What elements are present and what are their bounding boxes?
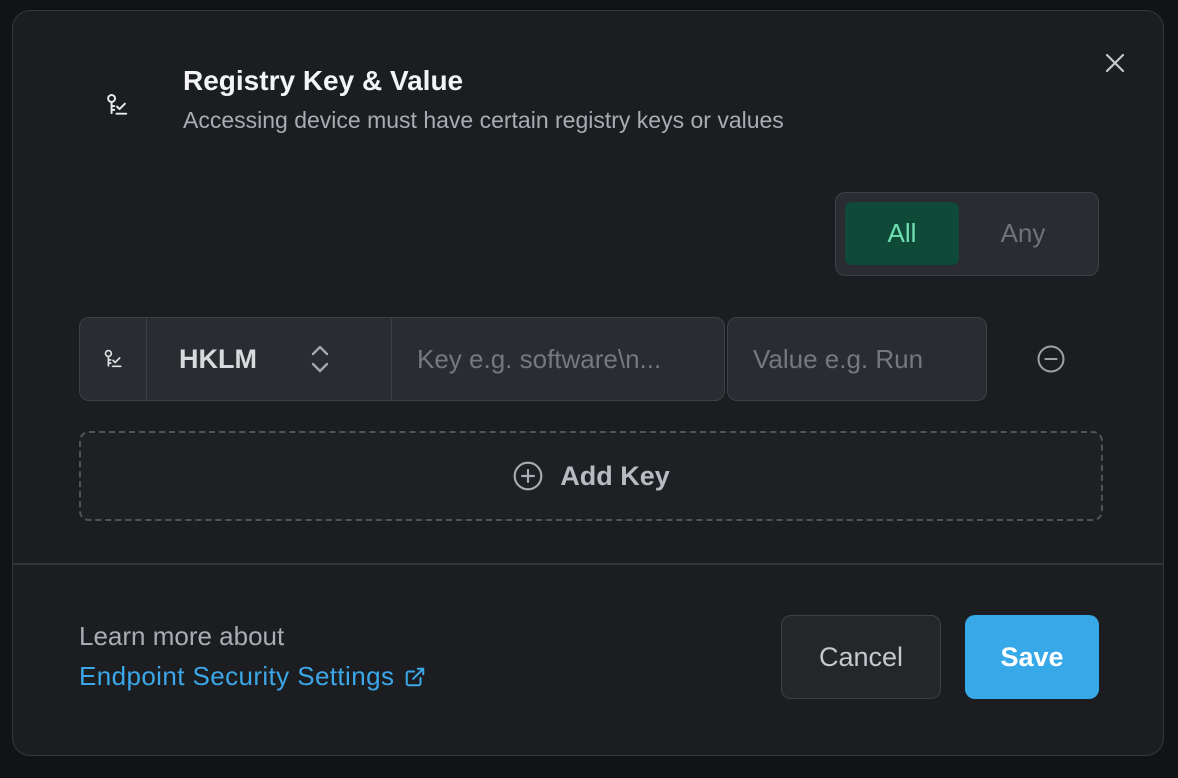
key-path-input[interactable] (417, 343, 724, 375)
close-icon (1105, 53, 1125, 73)
remove-key-button[interactable] (1033, 341, 1069, 377)
value-name-input[interactable] (753, 343, 986, 375)
toggle-option-any[interactable]: Any (959, 202, 1087, 265)
add-key-label: Add Key (560, 460, 670, 491)
plus-circle-icon (512, 460, 544, 492)
minus-circle-icon (1037, 345, 1065, 373)
registry-key-check-icon (79, 67, 155, 143)
learn-more-text: Learn more about (79, 621, 285, 651)
modal-title: Registry Key & Value (183, 65, 464, 96)
toggle-option-all[interactable]: All (845, 202, 959, 265)
registry-key-row: HKLM (79, 317, 987, 401)
hive-select[interactable]: HKLM (146, 317, 391, 401)
modal-subtitle: Accessing device must have certain regis… (183, 107, 784, 133)
link-label: Endpoint Security Settings (79, 661, 395, 691)
value-name-field[interactable] (727, 317, 987, 401)
save-button[interactable]: Save (965, 615, 1099, 699)
close-button[interactable] (1097, 45, 1133, 81)
external-link-icon (406, 667, 425, 686)
endpoint-security-settings-link[interactable]: Endpoint Security Settings (79, 661, 426, 692)
registry-rule-modal: Registry Key & Value Accessing device mu… (12, 10, 1164, 756)
chevron-up-down-icon (309, 343, 331, 375)
add-key-button[interactable]: Add Key (79, 431, 1103, 521)
match-mode-toggle: All Any (835, 192, 1099, 276)
row-icon-cell (79, 317, 146, 401)
registry-key-check-icon (104, 349, 122, 368)
footer-divider (13, 563, 1163, 565)
key-path-field[interactable] (391, 317, 725, 401)
cancel-button[interactable]: Cancel (781, 615, 941, 699)
hive-select-value: HKLM (179, 343, 257, 374)
